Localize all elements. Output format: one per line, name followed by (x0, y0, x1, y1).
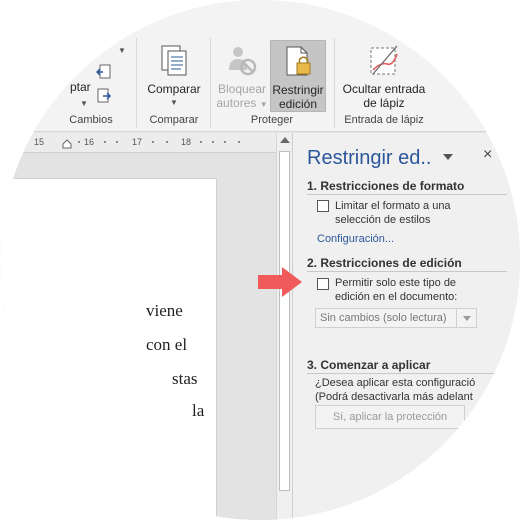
block-authors-button[interactable]: Bloquear autores ▼ (216, 44, 268, 110)
ruler-tick (166, 141, 168, 143)
restrict-editing-icon (286, 46, 311, 76)
ruler-number: 17 (132, 137, 143, 147)
divider (307, 271, 507, 272)
ribbon: ▼ ptar ▼ Cambios Comparar ▼ Comparar Blo… (0, 0, 520, 132)
restrict-editing-pane: Restringir ed.. × 1. Restricciones de fo… (292, 133, 520, 520)
ruler-tick (200, 141, 202, 143)
group-label-proteger: Proteger (250, 114, 294, 126)
ruler-number: 18 (181, 137, 192, 147)
hide-ink-icon (370, 45, 398, 75)
apply-question-line-1: ¿Desea aplicar esta configuració (315, 377, 476, 389)
group-label-lapiz: Entrada de lápiz (344, 114, 424, 126)
compare-button-label: Comparar (147, 82, 201, 96)
vertical-scrollbar[interactable] (276, 133, 292, 520)
restrict-editing-label-1: Restringir (272, 83, 324, 97)
ruler-tick (224, 141, 226, 143)
group-separator (136, 38, 137, 128)
ruler-number: 16 (84, 137, 95, 147)
horizontal-ruler[interactable]: 15 16 17 18 (0, 133, 278, 153)
allow-editing-label-2: edición en el documento: (335, 291, 458, 303)
divider (307, 373, 507, 374)
apply-question-line-2: (Podrá desactivarla más adelant (315, 391, 473, 403)
section-heading-apply: 3. Comenzar a aplicar (307, 358, 431, 372)
chevron-down-icon: ▼ (170, 98, 178, 107)
allow-editing-label-1: Permitir solo este tipo de (335, 277, 457, 289)
hide-ink-label-1: Ocultar entrada (342, 82, 426, 96)
ruler-tick (116, 141, 118, 143)
pane-title: Restringir ed.. (307, 147, 432, 169)
dropdown-caret-icon[interactable]: ▼ (118, 46, 126, 55)
document-text-line: viene (146, 301, 183, 320)
scroll-thumb[interactable] (279, 151, 290, 491)
group-separator (334, 38, 335, 128)
group-label-comparar: Comparar (149, 114, 199, 126)
pane-options-chevron-icon[interactable] (443, 154, 453, 160)
section-heading-editing: 2. Restricciones de edición (307, 256, 462, 270)
scroll-up-icon[interactable] (280, 137, 290, 143)
restrict-editing-button[interactable]: Restringir edición (270, 40, 326, 112)
ruler-tick (212, 141, 214, 143)
compare-documents-icon (161, 45, 187, 76)
editing-type-dropdown[interactable]: Sin cambios (solo lectura) (315, 308, 477, 328)
previous-change-icon[interactable] (96, 64, 112, 80)
restrict-editing-label-2: edición (278, 97, 318, 111)
document-text-line: stas (172, 369, 198, 388)
next-change-icon[interactable] (96, 88, 112, 104)
settings-link[interactable]: Configuración... (317, 233, 394, 245)
ruler-tick (78, 141, 80, 143)
apply-protection-button[interactable]: Sí, aplicar la protección (315, 405, 465, 429)
document-page[interactable]: viene con el stas la (0, 178, 217, 520)
hide-ink-button[interactable]: Ocultar entrada de lápiz (336, 44, 432, 110)
limit-format-checkbox[interactable] (317, 200, 329, 212)
section-heading-format: 1. Restricciones de formato (307, 179, 465, 193)
accept-dropdown-caret-icon[interactable]: ▼ (80, 99, 88, 108)
divider (307, 194, 507, 195)
ruler-tick (104, 141, 106, 143)
close-icon[interactable]: × (483, 146, 492, 164)
compare-button[interactable]: Comparar ▼ (142, 44, 206, 110)
limit-format-label-2: selección de estilos (335, 214, 431, 226)
document-text-line: con el (146, 335, 188, 354)
block-authors-icon (229, 47, 257, 76)
magnified-view: ▼ ptar ▼ Cambios Comparar ▼ Comparar Blo… (0, 0, 520, 520)
ruler-tick (152, 141, 154, 143)
dropdown-button[interactable] (456, 309, 476, 327)
group-separator (210, 38, 211, 128)
ruler-tick (238, 141, 240, 143)
ruler-number: 15 (34, 137, 45, 147)
limit-format-label-1: Limitar el formato a una (335, 200, 451, 212)
hide-ink-label-2: de lápiz (363, 96, 405, 110)
arrow-icon (258, 267, 302, 297)
accept-button-label[interactable]: ptar (70, 80, 91, 94)
group-label-cambios: Cambios (69, 114, 113, 126)
indent-marker-icon[interactable] (62, 139, 72, 149)
document-text-line: la (192, 401, 205, 420)
block-authors-label-1: Bloquear (217, 82, 267, 96)
block-authors-label-2: autores ▼ (216, 96, 268, 110)
allow-editing-type-checkbox[interactable] (317, 278, 329, 290)
dropdown-value: Sin cambios (solo lectura) (320, 312, 447, 324)
chevron-down-icon (463, 316, 471, 321)
